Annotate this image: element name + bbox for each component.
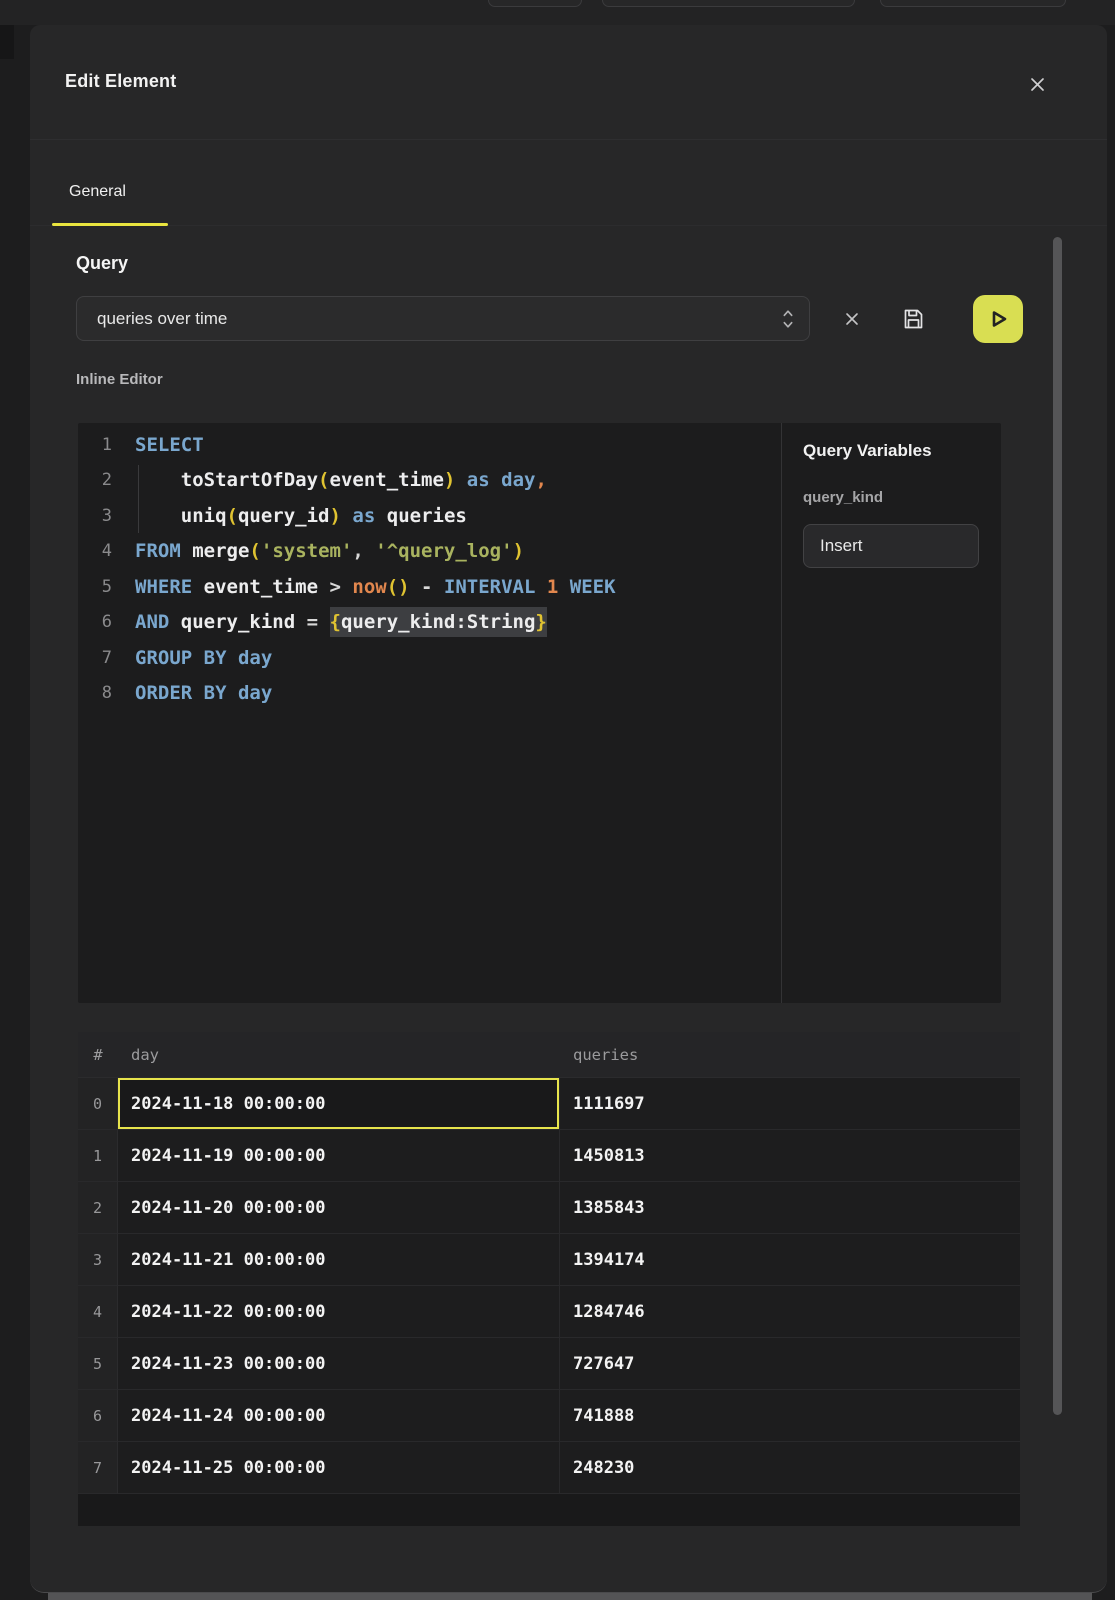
query-variables-panel: Query Variables query_kind Insert (781, 423, 1001, 1003)
line-number: 2 (78, 470, 112, 490)
code-line: 2 toStartOfDay(event_time) as day, (78, 463, 781, 499)
close-icon (1030, 77, 1045, 92)
line-number: 8 (78, 683, 112, 703)
background-button[interactable] (880, 0, 1066, 7)
code-line: 7GROUP BY day (78, 640, 781, 676)
row-index-cell: 2 (78, 1182, 118, 1234)
line-number: 3 (78, 506, 112, 526)
chevron-up-down-icon (781, 308, 795, 330)
query-select-value: queries over time (97, 309, 781, 329)
run-query-button[interactable] (973, 295, 1023, 343)
save-icon (901, 307, 925, 331)
line-number: 7 (78, 648, 112, 668)
code-line: 3 uniq(query_id) as queries (78, 498, 781, 534)
page-title: Edit Element (65, 71, 176, 92)
queries-cell[interactable]: 1111697 (560, 1078, 1020, 1130)
day-cell[interactable]: 2024-11-21 00:00:00 (118, 1234, 560, 1286)
queries-cell[interactable]: 1284746 (560, 1286, 1020, 1338)
background-button[interactable] (488, 0, 582, 7)
day-cell[interactable]: 2024-11-23 00:00:00 (118, 1338, 560, 1390)
insert-button-label: Insert (820, 536, 863, 556)
background-toolbar (0, 0, 1115, 25)
save-query-button[interactable] (899, 305, 927, 333)
close-button[interactable] (1023, 70, 1051, 98)
row-index-cell: 1 (78, 1130, 118, 1182)
line-number: 5 (78, 577, 112, 597)
day-cell[interactable]: 2024-11-20 00:00:00 (118, 1182, 560, 1234)
tab-general[interactable]: General (69, 183, 126, 201)
variable-name-label: query_kind (803, 489, 883, 506)
row-index-cell: 3 (78, 1234, 118, 1286)
line-number: 1 (78, 435, 112, 455)
active-tab-indicator (52, 223, 168, 226)
queries-cell[interactable]: 1385843 (560, 1182, 1020, 1234)
queries-cell[interactable]: 741888 (560, 1390, 1020, 1442)
clear-icon (845, 312, 859, 326)
query-variables-heading: Query Variables (803, 441, 932, 461)
day-cell[interactable]: 2024-11-25 00:00:00 (118, 1442, 560, 1494)
indent-guide (138, 465, 139, 533)
day-cell[interactable]: 2024-11-18 00:00:00 (118, 1078, 560, 1130)
background-button[interactable] (602, 0, 855, 7)
sql-editor[interactable]: 1SELECT2 toStartOfDay(event_time) as day… (78, 423, 1001, 1003)
row-index-cell: 5 (78, 1338, 118, 1390)
queries-cell[interactable]: 727647 (560, 1338, 1020, 1390)
day-cell[interactable]: 2024-11-24 00:00:00 (118, 1390, 560, 1442)
day-cell[interactable]: 2024-11-19 00:00:00 (118, 1130, 560, 1182)
day-cell[interactable]: 2024-11-22 00:00:00 (118, 1286, 560, 1338)
header-divider (30, 139, 1107, 140)
row-index-cell: 4 (78, 1286, 118, 1338)
code-line: 5WHERE event_time > now() - INTERVAL 1 W… (78, 569, 781, 605)
modal-scrollbar-thumb[interactable] (1053, 237, 1062, 1415)
insert-variable-button[interactable]: Insert (803, 524, 979, 568)
results-table: # day queries 02024-11-18 00:00:00111169… (78, 1032, 1020, 1494)
code-line: 6AND query_kind = {query_kind:String} (78, 605, 781, 641)
code-area[interactable]: 1SELECT2 toStartOfDay(event_time) as day… (78, 427, 781, 711)
background-surface (48, 1593, 1092, 1600)
line-number: 4 (78, 541, 112, 561)
tab-row-divider (30, 225, 1107, 226)
queries-cell[interactable]: 248230 (560, 1442, 1020, 1494)
column-header-day: day (118, 1032, 560, 1078)
query-select[interactable]: queries over time (76, 296, 810, 341)
table-footer (78, 1494, 1020, 1526)
line-number: 6 (78, 612, 112, 632)
play-icon (985, 306, 1011, 332)
queries-cell[interactable]: 1450813 (560, 1130, 1020, 1182)
queries-cell[interactable]: 1394174 (560, 1234, 1020, 1286)
query-section-heading: Query (76, 253, 128, 274)
column-header-index: # (78, 1032, 118, 1078)
row-index-cell: 7 (78, 1442, 118, 1494)
clear-query-button[interactable] (838, 305, 866, 333)
row-index-cell: 0 (78, 1078, 118, 1130)
row-index-cell: 6 (78, 1390, 118, 1442)
column-header-queries: queries (560, 1032, 1020, 1078)
background-notch (0, 25, 14, 59)
inline-editor-label: Inline Editor (76, 371, 163, 388)
code-line: 4FROM merge('system', '^query_log') (78, 534, 781, 570)
code-line: 1SELECT (78, 427, 781, 463)
code-line: 8ORDER BY day (78, 676, 781, 712)
edit-element-modal: Edit Element General Query queries over … (30, 25, 1107, 1593)
